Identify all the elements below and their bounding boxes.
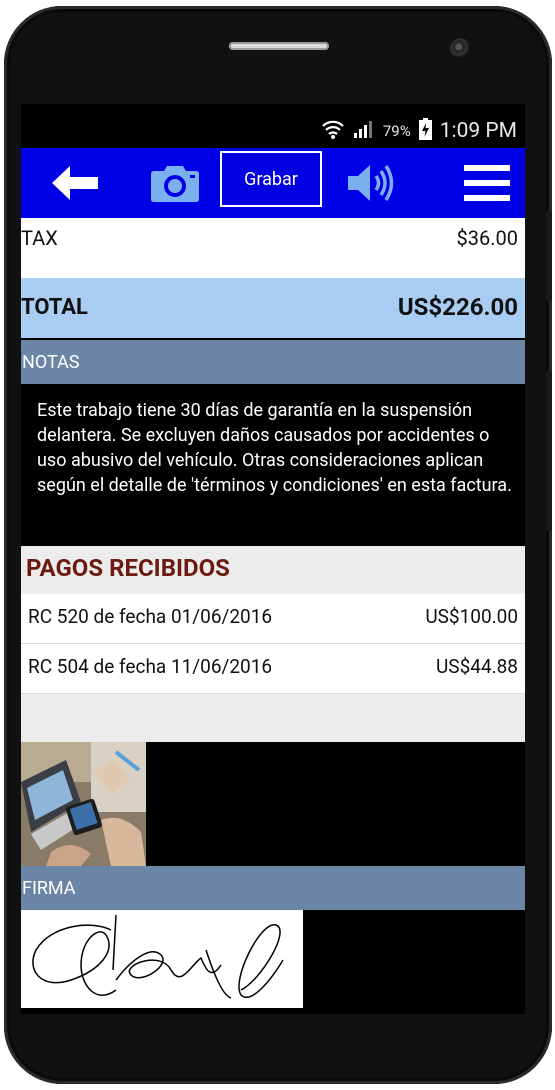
tax-row: TAX $36.00 (21, 218, 525, 278)
menu-icon[interactable] (461, 148, 513, 218)
camera-icon[interactable] (149, 148, 201, 218)
signal-icon (353, 119, 375, 143)
signature-header: FIRMA (21, 866, 525, 910)
total-row: TOTAL US$226.00 (21, 278, 525, 338)
front-camera (450, 38, 472, 60)
payment-amount: US$44.88 (435, 655, 518, 678)
notes-header-label: NOTAS (22, 352, 80, 373)
attached-photo-thumbnail[interactable] (21, 742, 146, 866)
battery-charging-icon (418, 118, 432, 144)
payment-row[interactable]: RC 520 de fecha 01/06/2016 US$100.00 (21, 594, 525, 644)
notes-panel: Este trabajo tiene 30 días de garantía e… (21, 384, 525, 524)
signature-image (21, 910, 303, 1008)
payment-amount: US$100.00 (425, 605, 518, 628)
payment-row[interactable]: RC 504 de fecha 11/06/2016 US$44.88 (21, 644, 525, 694)
tax-value: $36.00 (456, 226, 518, 250)
total-value: US$226.00 (397, 293, 518, 321)
notes-header: NOTAS (21, 340, 525, 384)
tax-label: TAX (21, 226, 58, 250)
payment-description: RC 520 de fecha 01/06/2016 (28, 605, 273, 628)
payments-section: PAGOS RECIBIDOS RC 520 de fecha 01/06/20… (21, 546, 525, 742)
app-screen: 79% 1:09 PM Grabar TAX $36.00 TOTAL US$2… (21, 104, 525, 1014)
status-clock: 1:09 PM (439, 119, 517, 143)
record-button[interactable]: Grabar (220, 151, 322, 207)
signature-header-label: FIRMA (22, 878, 76, 899)
total-label: TOTAL (21, 295, 88, 320)
speaker-icon[interactable] (343, 148, 399, 218)
battery-percent: 79% (382, 122, 411, 140)
power-button (546, 371, 552, 531)
payments-title: PAGOS RECIBIDOS (26, 554, 230, 582)
wifi-icon (321, 118, 345, 144)
app-toolbar: Grabar (21, 148, 525, 218)
status-bar: 79% 1:09 PM (21, 104, 525, 148)
notes-text: Este trabajo tiene 30 días de garantía e… (37, 400, 512, 496)
payment-description: RC 504 de fecha 11/06/2016 (28, 655, 273, 678)
back-arrow-icon[interactable] (49, 148, 101, 218)
volume-button (546, 211, 552, 301)
earpiece-speaker (229, 42, 329, 50)
